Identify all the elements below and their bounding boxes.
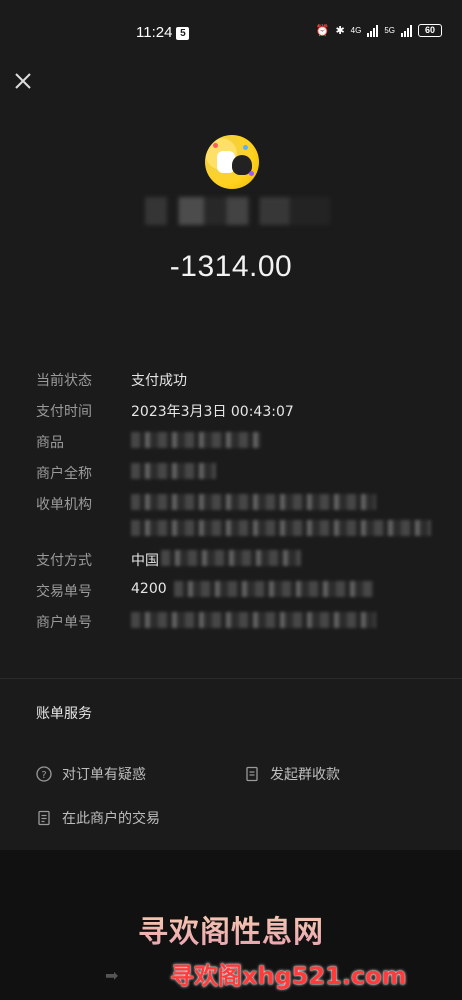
network-label-2: 5G (384, 26, 395, 35)
redacted-value (161, 550, 301, 566)
receipt-icon (36, 810, 52, 826)
group-collect-label: 发起群收款 (270, 767, 340, 783)
merchant-avatar (205, 135, 259, 189)
document-icon (244, 766, 260, 782)
notification-badge: 5 (176, 27, 190, 40)
detail-label: 收单机构 (36, 497, 92, 513)
network-label-1: 4G (350, 26, 362, 35)
close-button[interactable] (10, 68, 36, 94)
avatar-dot (249, 171, 254, 176)
watermark-title: 寻欢阁性息网 (0, 907, 462, 951)
watermark-url: 寻欢阁xhg521.com (170, 962, 407, 990)
order-doubt-label: 对订单有疑惑 (62, 767, 146, 783)
avatar-dot (243, 145, 248, 150)
detail-value: 4200 (131, 581, 167, 597)
question-circle-icon: ? (36, 766, 52, 782)
close-icon (15, 73, 31, 89)
redacted-value (131, 432, 261, 448)
status-bar: 11:24 5 ⏰ ✱ 4G 5G 60 (0, 0, 462, 66)
status-icons: ⏰ ✱ 4G 5G 60 (316, 24, 442, 37)
detail-label: 支付方式 (36, 553, 92, 569)
detail-label: 商户全称 (36, 466, 92, 482)
bill-services-title: 账单服务 (36, 706, 92, 722)
detail-label: 交易单号 (36, 584, 92, 600)
avatar-dot (213, 143, 218, 148)
detail-value: 中国 (131, 553, 159, 569)
svg-text:?: ? (41, 770, 46, 781)
merchant-transactions-label: 在此商户的交易 (62, 811, 160, 827)
redacted-value (131, 520, 431, 536)
battery-icon: 60 (418, 24, 442, 37)
redacted-value (131, 494, 376, 510)
redacted-value (174, 581, 374, 597)
status-time: 11:24 5 (136, 24, 190, 41)
redacted-value (131, 612, 376, 628)
merchant-name-redacted (145, 197, 330, 225)
bluetooth-icon: ✱ (335, 25, 345, 37)
detail-value: 2023年3月3日 00:43:07 (131, 404, 294, 420)
arrow-icon: ➡ (105, 966, 119, 985)
order-doubt-link[interactable]: ? 对订单有疑惑 (36, 764, 146, 784)
detail-label: 当前状态 (36, 373, 92, 389)
alarm-icon: ⏰ (315, 25, 330, 37)
detail-label: 商户单号 (36, 615, 92, 631)
redacted-value (131, 463, 216, 479)
group-collect-link[interactable]: 发起群收款 (244, 764, 340, 784)
detail-label: 支付时间 (36, 404, 92, 420)
detail-value: 支付成功 (131, 373, 187, 389)
merchant-transactions-link[interactable]: 在此商户的交易 (36, 808, 160, 828)
signal-icon-1 (367, 24, 379, 37)
detail-label: 商品 (36, 435, 64, 451)
section-divider (0, 678, 462, 679)
signal-icon-2 (401, 24, 412, 37)
payment-amount: -1314.00 (169, 250, 293, 283)
